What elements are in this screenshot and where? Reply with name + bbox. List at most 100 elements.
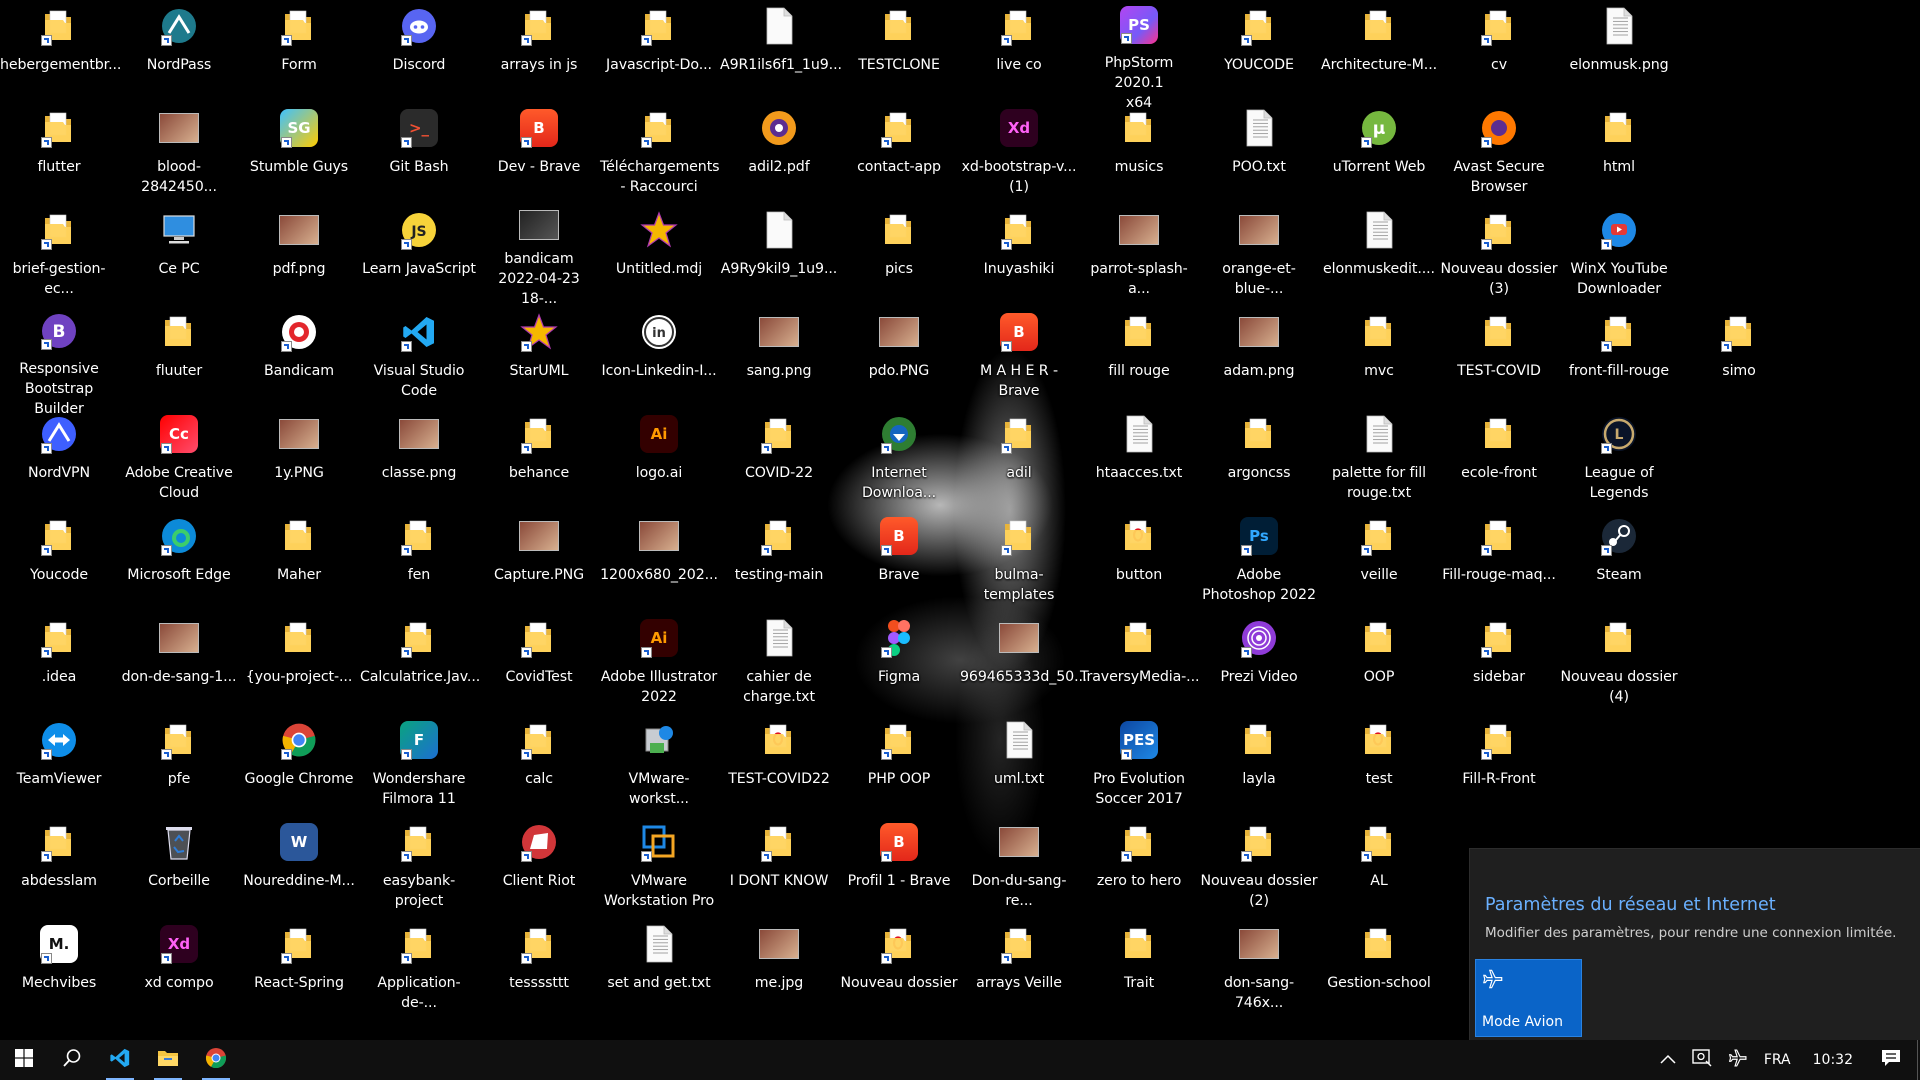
desktop-icon[interactable]: B Responsive Bootstrap Builder — [0, 306, 118, 417]
desktop-icon[interactable]: Ps Adobe Photoshop 2022 — [1200, 510, 1318, 610]
desktop-icon[interactable]: VMware Workstation Pro — [600, 816, 718, 916]
desktop-icon[interactable]: easybank-project — [360, 816, 478, 916]
desktop-icon[interactable]: Téléchargements - Raccourci — [600, 102, 720, 202]
desktop-icon[interactable]: Cc Adobe Creative Cloud — [120, 408, 238, 508]
desktop-icon[interactable]: sang.png — [720, 306, 838, 406]
desktop-icon[interactable]: A9R1ils6f1_1u9... — [720, 0, 842, 100]
desktop-icon[interactable]: argoncss — [1200, 408, 1318, 508]
desktop-icon[interactable]: Xd xd compo — [120, 918, 238, 1018]
search-button[interactable] — [48, 1040, 96, 1080]
desktop-icon[interactable]: JS Learn JavaScript — [360, 204, 478, 304]
desktop-icon[interactable]: L League of Legends — [1560, 408, 1678, 508]
desktop-icon[interactable]: don-de-sang-1... — [120, 612, 238, 712]
desktop-icon[interactable]: pfe — [120, 714, 238, 814]
desktop-icon[interactable]: adam.png — [1200, 306, 1318, 406]
desktop-icon[interactable]: palette for fill rouge.txt — [1320, 408, 1438, 508]
desktop-icon[interactable]: Trait — [1080, 918, 1198, 1018]
desktop-icon[interactable]: elonmusk.png — [1560, 0, 1678, 100]
desktop-icon[interactable]: simo — [1680, 306, 1798, 406]
desktop-icon[interactable]: veille — [1320, 510, 1438, 610]
desktop-icon[interactable]: COVID-22 — [720, 408, 838, 508]
desktop-icon[interactable]: flutter — [0, 102, 118, 202]
desktop-icon[interactable]: Nouveau dossier (2) — [1200, 816, 1318, 916]
desktop-icon[interactable]: TeamViewer — [0, 714, 118, 814]
desktop-icon[interactable]: W Noureddine-M... — [240, 816, 358, 916]
desktop-icon[interactable]: brief-gestion-ec... — [0, 204, 118, 304]
desktop-icon[interactable]: YOUCODE — [1200, 0, 1318, 100]
show-hidden-icons-button[interactable] — [1652, 1040, 1684, 1080]
desktop-icon[interactable]: arrays in js — [480, 0, 598, 100]
desktop-icon[interactable]: AL — [1320, 816, 1438, 916]
desktop-icon[interactable]: Fill-rouge-maq... — [1440, 510, 1558, 610]
clock[interactable]: 10:32 — [1799, 1040, 1867, 1080]
desktop-icon[interactable]: TEST-COVID — [1440, 306, 1558, 406]
desktop-icon[interactable]: Xd xd-bootstrap-v... (1) — [960, 102, 1078, 202]
desktop-icon[interactable]: tessssttt — [480, 918, 598, 1018]
desktop-icon[interactable]: orange-et-blue-... — [1200, 204, 1318, 304]
desktop-icon[interactable]: Maher — [240, 510, 358, 610]
desktop-icon[interactable]: 1200x680_202... — [600, 510, 718, 610]
desktop-icon[interactable]: Nouveau dossier — [840, 918, 958, 1018]
desktop-icon[interactable]: >_ Git Bash — [360, 102, 478, 202]
desktop-icon[interactable]: WinX YouTube Downloader — [1560, 204, 1678, 304]
desktop-icon[interactable]: .idea — [0, 612, 118, 712]
desktop-icon[interactable]: abdesslam — [0, 816, 118, 916]
desktop-icon[interactable]: Architecture-M... — [1320, 0, 1438, 100]
desktop-icon[interactable]: Corbeille — [120, 816, 238, 916]
desktop-icon[interactable]: Nouveau dossier (3) — [1440, 204, 1558, 304]
desktop-icon[interactable]: TEST-COVID22 — [720, 714, 838, 814]
desktop-icon[interactable]: layla — [1200, 714, 1318, 814]
input-language-button[interactable]: FRA — [1756, 1040, 1799, 1080]
file-explorer-taskbar-button[interactable] — [144, 1040, 192, 1080]
desktop-icon[interactable]: B Dev - Brave — [480, 102, 598, 202]
show-desktop-button[interactable] — [1915, 1040, 1920, 1080]
desktop-icon[interactable]: hebergementbr... — [0, 0, 121, 100]
desktop-icon[interactable]: test — [1320, 714, 1438, 814]
desktop-icon[interactable]: contact-app — [840, 102, 958, 202]
desktop-icon[interactable]: {you-project-... — [240, 612, 358, 712]
desktop-icon[interactable]: Prezi Video — [1200, 612, 1318, 712]
chrome-taskbar-button[interactable] — [192, 1040, 240, 1080]
desktop-icon[interactable]: don-sang-746x... — [1200, 918, 1318, 1018]
desktop-icon[interactable]: NordPass — [120, 0, 238, 100]
desktop-icon[interactable]: elonmuskedit.... — [1320, 204, 1438, 304]
desktop-icon[interactable]: uml.txt — [960, 714, 1078, 814]
desktop-icon[interactable]: PS PhpStorm 2020.1 x64 — [1080, 0, 1198, 111]
desktop-icon[interactable]: TESTCLONE — [840, 0, 958, 100]
desktop-icon[interactable]: Avast Secure Browser — [1440, 102, 1558, 202]
desktop-icon[interactable]: Fill-R-Front — [1440, 714, 1558, 814]
desktop-icon[interactable]: Discord — [360, 0, 478, 100]
desktop-icon[interactable]: Youcode — [0, 510, 118, 610]
desktop-icon[interactable]: PHP OOP — [840, 714, 958, 814]
desktop-icon[interactable]: in Icon-Linkedin-I... — [600, 306, 718, 406]
vscode-taskbar-button[interactable] — [96, 1040, 144, 1080]
desktop-icon[interactable]: fill rouge — [1080, 306, 1198, 406]
desktop-icon[interactable]: set and get.txt — [600, 918, 718, 1018]
desktop-icon[interactable]: blood-2842450... — [120, 102, 238, 202]
desktop-icon[interactable]: 969465333d_50... — [960, 612, 1087, 712]
desktop-icon[interactable]: button — [1080, 510, 1198, 610]
desktop-icon[interactable]: Don-du-sang-re... — [960, 816, 1078, 916]
desktop-icon[interactable]: Form — [240, 0, 358, 100]
desktop-icon[interactable]: adil2.pdf — [720, 102, 838, 202]
desktop-icon[interactable]: musics — [1080, 102, 1198, 202]
airplane-mode-tray-button[interactable] — [1720, 1040, 1756, 1080]
desktop-icon[interactable]: adil — [960, 408, 1078, 508]
desktop-icon[interactable]: F Wondershare Filmora 11 — [360, 714, 478, 814]
desktop-icon[interactable]: front-fill-rouge — [1560, 306, 1678, 406]
desktop-icon[interactable]: µ uTorrent Web — [1320, 102, 1438, 202]
desktop-icon[interactable]: OOP — [1320, 612, 1438, 712]
desktop-icon[interactable]: Microsoft Edge — [120, 510, 238, 610]
desktop-icon[interactable]: fen — [360, 510, 478, 610]
desktop-icon[interactable]: sidebar — [1440, 612, 1558, 712]
desktop-icon[interactable]: behance — [480, 408, 598, 508]
desktop-icon[interactable]: Calculatrice.Jav... — [360, 612, 480, 712]
desktop-icon[interactable]: Client Riot — [480, 816, 598, 916]
desktop-icon[interactable]: bandicam 2022-04-23 18-... — [480, 204, 598, 307]
desktop-icon[interactable]: bulma-templates — [960, 510, 1078, 610]
desktop-icon[interactable]: parrot-splash-a... — [1080, 204, 1198, 304]
desktop-icon[interactable]: Visual Studio Code — [360, 306, 478, 406]
desktop-icon[interactable]: Inuyashiki — [960, 204, 1078, 304]
desktop-icon[interactable]: cv — [1440, 0, 1558, 100]
desktop-icon[interactable]: cahier de charge.txt — [720, 612, 838, 712]
